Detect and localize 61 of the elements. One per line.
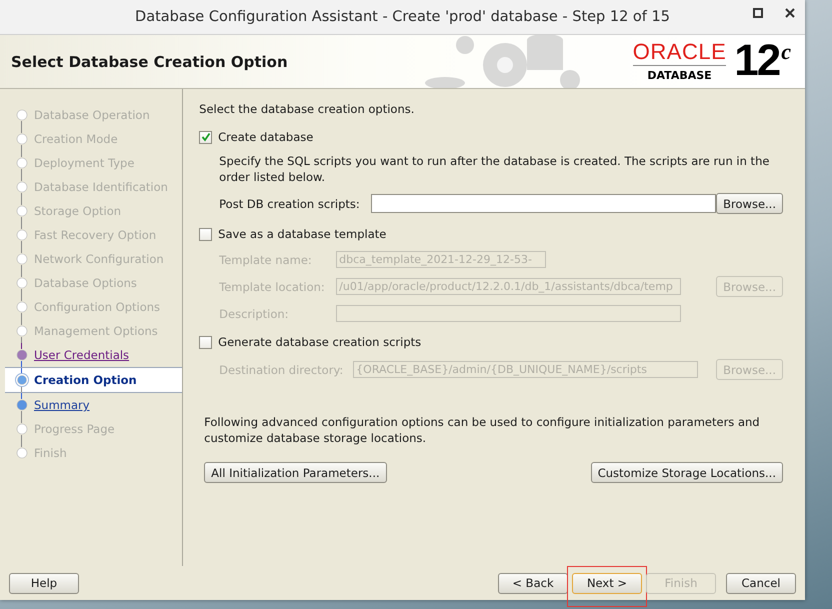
wizard-button[interactable]: Next > bbox=[572, 572, 642, 594]
wizard-button[interactable]: < Back bbox=[498, 572, 568, 594]
step-marker-icon bbox=[15, 348, 29, 362]
step-label: Database Identification bbox=[34, 180, 168, 194]
step-marker-icon bbox=[15, 398, 29, 412]
step-marker-icon bbox=[15, 276, 29, 290]
field-label: Template name: bbox=[219, 252, 313, 266]
logo-brand: ORACLE bbox=[632, 40, 726, 66]
step-marker-icon bbox=[15, 324, 29, 338]
step-marker-icon bbox=[15, 108, 29, 122]
step-label: Creation Mode bbox=[34, 132, 118, 146]
checkbox-label[interactable]: Create database bbox=[218, 129, 314, 145]
page-title: Select Database Creation Option bbox=[11, 52, 288, 70]
step-label[interactable]: Summary bbox=[34, 398, 90, 412]
field-label: Post DB creation scripts: bbox=[219, 196, 361, 210]
field-label: Destination directory: bbox=[219, 362, 344, 376]
step-label: Finish bbox=[34, 446, 67, 460]
field-label: Template location: bbox=[219, 280, 326, 294]
maximize-icon[interactable] bbox=[753, 8, 763, 18]
step-marker-icon bbox=[15, 180, 29, 194]
step-label: Configuration Options bbox=[34, 300, 160, 314]
advanced-option-button[interactable]: Customize Storage Locations... bbox=[590, 462, 783, 483]
help-button[interactable]: Help bbox=[9, 572, 79, 594]
field-label: Description: bbox=[219, 306, 290, 320]
window-title: Database Configuration Assistant - Create 'prod' database - Step 12 of 15 bbox=[135, 9, 670, 25]
step-label: Database Options bbox=[34, 276, 137, 290]
step-label[interactable]: Creation Option bbox=[34, 373, 137, 387]
description-text: Specify the SQL scripts you want to run after the database is created. The scripts are run in the order listed below. bbox=[219, 153, 770, 185]
checkbox-label[interactable]: Save as a database template bbox=[218, 226, 386, 242]
step-label: Progress Page bbox=[34, 422, 115, 436]
step-marker-icon bbox=[15, 156, 29, 170]
description-text: Following advanced configuration options can be used to configure initialization parameters and customize database storage locations. bbox=[203, 414, 761, 446]
logo-version-suffix: c bbox=[781, 39, 791, 65]
step-marker-icon bbox=[15, 204, 29, 218]
step-marker-icon bbox=[15, 228, 29, 242]
step-marker-icon bbox=[15, 300, 29, 314]
step-marker-icon bbox=[15, 446, 29, 460]
step-label: Database Operation bbox=[34, 108, 150, 122]
logo-version: 12 bbox=[734, 39, 780, 83]
step-label: Fast Recovery Option bbox=[34, 228, 156, 242]
logo-product: DATABASE bbox=[647, 68, 712, 82]
checkbox[interactable] bbox=[199, 336, 212, 348]
browse-button[interactable]: Browse... bbox=[716, 193, 783, 214]
step-label: Storage Option bbox=[34, 204, 122, 218]
wizard-button[interactable]: Cancel bbox=[726, 572, 796, 594]
step-label: Deployment Type bbox=[34, 156, 134, 170]
close-icon[interactable] bbox=[785, 8, 795, 18]
step-item-selected[interactable]: Creation Option bbox=[5, 367, 182, 393]
step-marker-icon bbox=[15, 373, 29, 387]
checkbox-label[interactable]: Generate database creation scripts bbox=[218, 334, 422, 350]
step-marker-icon bbox=[15, 252, 29, 266]
step-label[interactable]: User Credentials bbox=[34, 348, 130, 362]
step-marker-icon bbox=[15, 132, 29, 146]
text-field[interactable] bbox=[371, 194, 716, 213]
checkbox[interactable] bbox=[199, 130, 212, 144]
step-marker-icon bbox=[15, 422, 29, 436]
instruction-text: Select the database creation options. bbox=[199, 101, 416, 117]
advanced-option-button[interactable]: All Initialization Parameters... bbox=[204, 462, 387, 483]
step-label: Network Configuration bbox=[34, 252, 164, 266]
step-label: Management Options bbox=[34, 324, 158, 338]
checkbox[interactable] bbox=[199, 228, 212, 240]
